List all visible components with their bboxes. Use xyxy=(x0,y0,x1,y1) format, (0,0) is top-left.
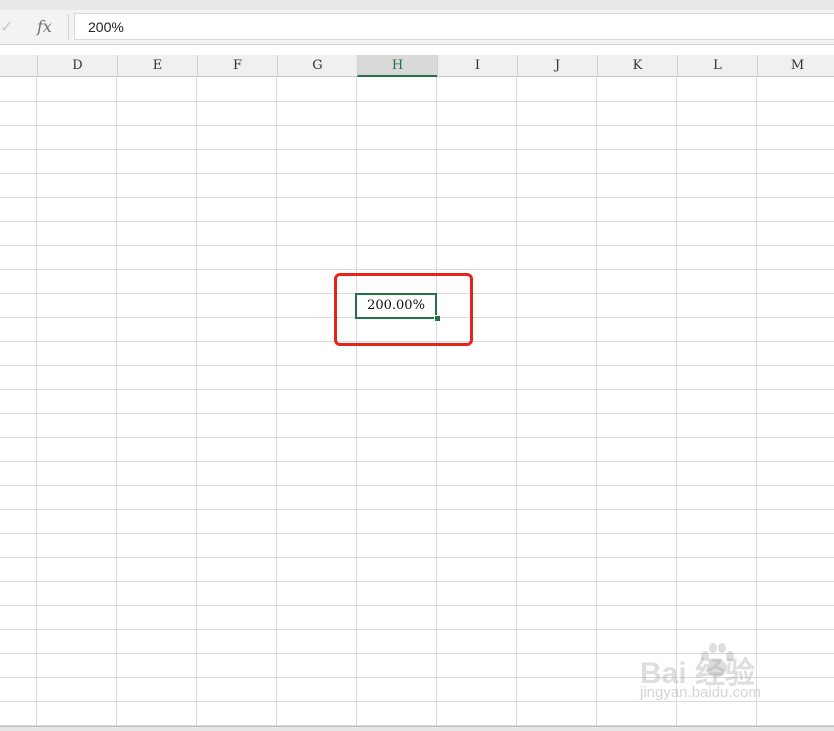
grid-row-line xyxy=(0,365,834,366)
grid-row-line xyxy=(0,701,834,702)
grid-row-line xyxy=(0,149,834,150)
column-header-F[interactable]: F xyxy=(197,55,277,77)
formula-input[interactable]: 200% xyxy=(74,13,834,40)
top-toolbar-strip xyxy=(0,0,834,10)
grid-row-line xyxy=(0,245,834,246)
grid-row-line xyxy=(0,629,834,630)
grid-row-line xyxy=(0,485,834,486)
confirm-check-icon[interactable]: ✓ xyxy=(0,18,14,38)
grid-row-line xyxy=(0,269,834,270)
cell-grid[interactable] xyxy=(0,77,834,726)
grid-row-line xyxy=(0,197,834,198)
grid-row-line xyxy=(0,125,834,126)
column-header-row: D E F G H I J K L M xyxy=(0,55,834,77)
grid-row-line xyxy=(0,389,834,390)
formula-bar: ✓ fx 200% xyxy=(0,10,834,45)
grid-row-line xyxy=(0,461,834,462)
grid-row-line xyxy=(0,677,834,678)
column-header-L[interactable]: L xyxy=(677,55,757,77)
formula-bar-divider xyxy=(68,14,69,40)
grid-row-line xyxy=(0,101,834,102)
column-header-D[interactable]: D xyxy=(37,55,117,77)
column-header-E[interactable]: E xyxy=(117,55,197,77)
grid-row-line xyxy=(0,653,834,654)
grid-row-line xyxy=(0,437,834,438)
grid-row-line xyxy=(0,557,834,558)
column-header-M[interactable]: M xyxy=(757,55,834,77)
grid-row-line xyxy=(0,533,834,534)
grid-row-line xyxy=(0,413,834,414)
grid-row-line xyxy=(0,221,834,222)
grid-row-line xyxy=(0,509,834,510)
sheet-tab-bar xyxy=(0,726,834,731)
column-header-K[interactable]: K xyxy=(597,55,677,77)
insert-function-icon[interactable]: fx xyxy=(37,15,57,39)
grid-row-line xyxy=(0,605,834,606)
column-header-J[interactable]: J xyxy=(517,55,597,77)
grid-row-line xyxy=(0,581,834,582)
column-header-H[interactable]: H xyxy=(357,55,437,77)
annotation-highlight-box xyxy=(334,273,473,346)
grid-row-line xyxy=(0,173,834,174)
column-header-I[interactable]: I xyxy=(437,55,517,77)
column-header-G[interactable]: G xyxy=(277,55,357,77)
column-header-C[interactable] xyxy=(0,55,37,77)
